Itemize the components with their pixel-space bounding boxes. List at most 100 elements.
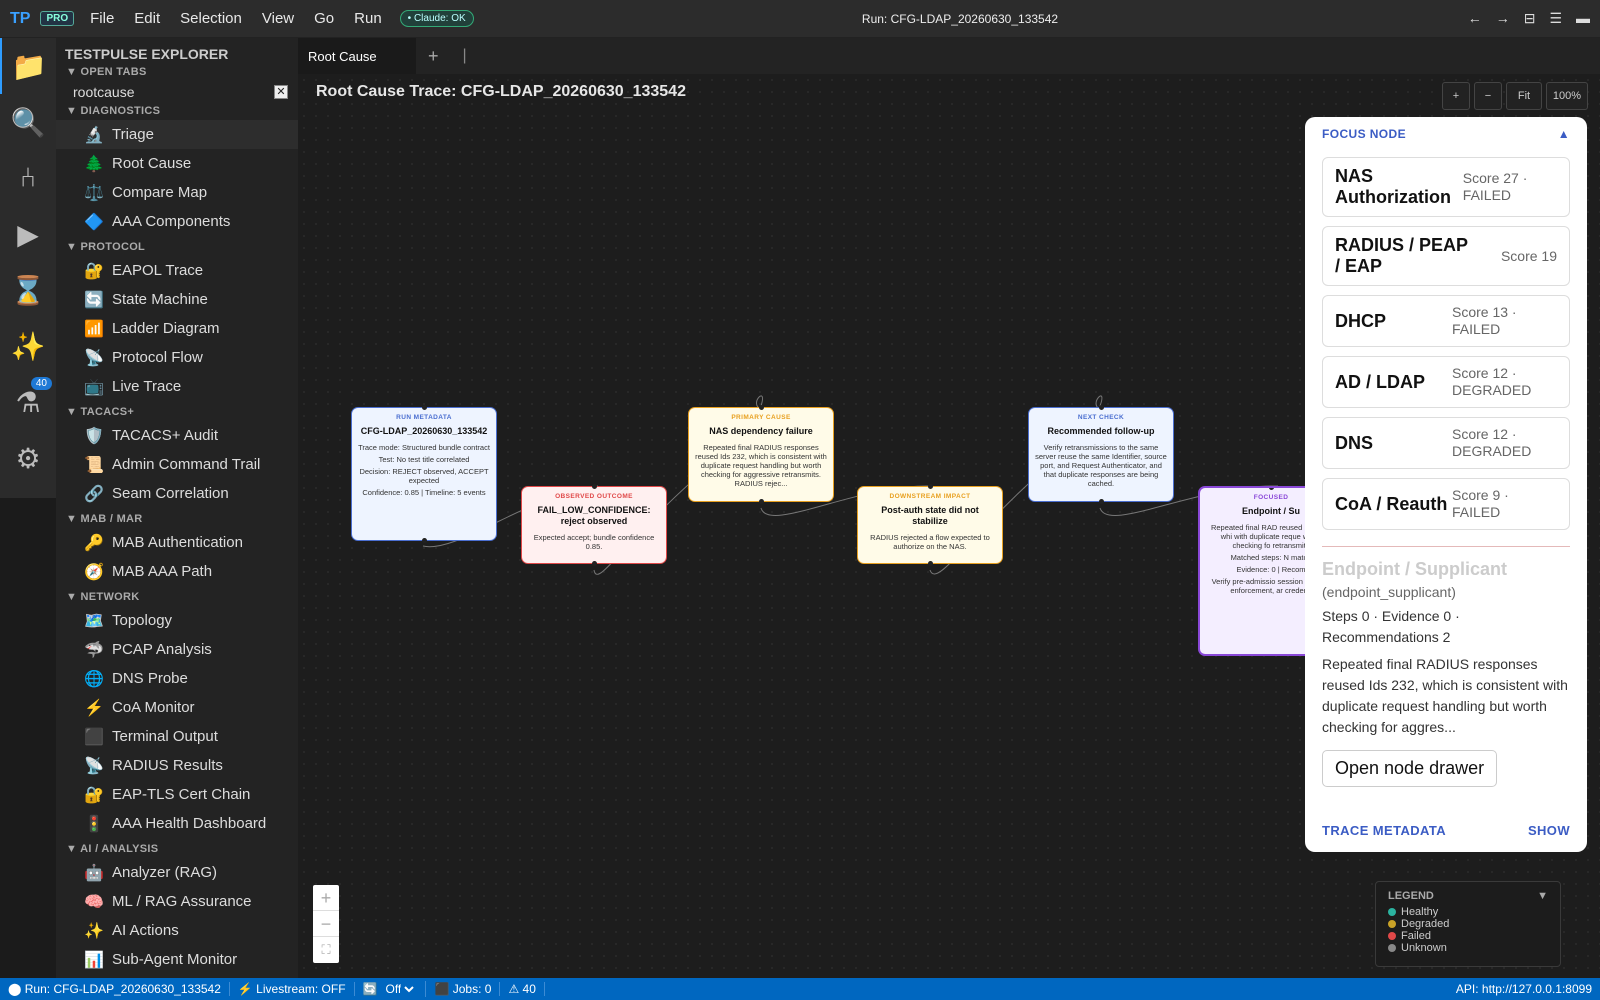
sidebar-item-mab-aaa-path[interactable]: 🧭 MAB AAA Path [56, 557, 298, 586]
sidebar-item-dns-probe[interactable]: 🌐 DNS Probe [56, 664, 298, 693]
refresh-select[interactable]: Off [381, 981, 418, 997]
sidebar-item-sub-agent-monitor[interactable]: 📊 Sub-Agent Monitor [56, 945, 298, 974]
sidebar-item-protocol-flow[interactable]: 📡 Protocol Flow [56, 343, 298, 372]
sidebar-item-analyzer-rag[interactable]: 🤖 Analyzer (RAG) [56, 858, 298, 887]
section-header[interactable]: ▼ TACACS+ [56, 406, 298, 421]
focus-node-description: Repeated final RADIUS responses reused I… [1322, 656, 1568, 735]
sidebar-item-label: Sub-Agent Monitor [112, 951, 238, 968]
section-header[interactable]: ▼ DIAGNOSTICS [56, 105, 298, 120]
files-icon[interactable]: 📁 [0, 38, 56, 94]
port-dot [1098, 405, 1104, 410]
panel-toggle-icon[interactable]: ▬ [1576, 10, 1590, 27]
split-layout-icon[interactable]: ⊟ [1524, 10, 1536, 27]
sidebar-item-terminal-output[interactable]: ⬛ Terminal Output [56, 722, 298, 751]
sidebar-item-label: AI Actions [112, 922, 179, 939]
menu-bar: File Edit Selection View Go Run [80, 10, 392, 27]
port-dot [591, 561, 597, 566]
sidebar-item-tacacs-audit[interactable]: 🛡️ TACACS+ Audit [56, 421, 298, 450]
legend-header[interactable]: LEGEND ▼ [1388, 890, 1548, 902]
sidebar-item-pcap-analysis[interactable]: 🦈 PCAP Analysis [56, 635, 298, 664]
show-metadata-button[interactable]: SHOW [1528, 823, 1570, 838]
sidebar-item-aaa-health-dashboard[interactable]: 🚦 AAA Health Dashboard [56, 809, 298, 838]
pro-badge: PRO [40, 11, 75, 26]
sidebar-item-radius-results[interactable]: 📡 RADIUS Results [56, 751, 298, 780]
sidebar-item-icon: 📊 [84, 951, 104, 969]
add-tab-button[interactable]: + [428, 46, 439, 67]
focus-card[interactable]: AD / LDAP Score 12 · DEGRADED [1322, 356, 1570, 408]
sidebar-item-topology[interactable]: 🗺️ Topology [56, 606, 298, 635]
chevron-up-icon[interactable]: ▲ [1558, 127, 1570, 141]
fullscreen-button[interactable]: ⛶ [313, 937, 339, 963]
status-run[interactable]: ⬤ Run: CFG-LDAP_20260630_133542 [0, 982, 230, 996]
sidebar-item-admin-command-trail[interactable]: 📜 Admin Command Trail [56, 450, 298, 479]
hourglass-icon[interactable]: ⌛ [0, 262, 56, 318]
focus-panel-header[interactable]: FOCUS NODE ▲ [1305, 117, 1587, 141]
mini-zoom-in-button[interactable]: + [313, 885, 339, 911]
close-icon[interactable]: ✕ [274, 85, 288, 99]
section-header[interactable]: ▼ PROTOCOL [56, 241, 298, 256]
sidebar-item-seam-correlation[interactable]: 🔗 Seam Correlation [56, 479, 298, 508]
menu-run[interactable]: Run [344, 10, 392, 27]
sparkles-icon[interactable]: ✨ [0, 318, 56, 374]
port-dot [758, 499, 764, 504]
section-header[interactable]: ▼ AI / ANALYSIS [56, 843, 298, 858]
menu-edit[interactable]: Edit [124, 10, 170, 27]
sidebar-item-coa-monitor[interactable]: ⚡ CoA Monitor [56, 693, 298, 722]
git-icon[interactable]: ⑃ [0, 150, 56, 206]
mini-zoom-out-button[interactable]: − [313, 911, 339, 937]
section-header[interactable]: ▼ NETWORK [56, 591, 298, 606]
sidebar-item-ml-rag-assurance[interactable]: 🧠 ML / RAG Assurance [56, 887, 298, 916]
sidebar-item-label: Terminal Output [112, 728, 218, 745]
node-title: Recommended follow-up [1047, 426, 1155, 436]
sidebar-item-label: Analyzer (RAG) [112, 864, 218, 881]
window-controls: ← → ⊟ ☰ ▬ [1468, 10, 1590, 27]
search-icon[interactable]: 🔍 [0, 94, 56, 150]
status-warnings[interactable]: ⚠ 40 [500, 982, 545, 996]
menu-file[interactable]: File [80, 10, 124, 27]
legend-item: Failed [1388, 930, 1548, 942]
chevron-down-icon[interactable]: ▼ [1537, 890, 1548, 902]
focus-card-score: Score 12 · DEGRADED [1452, 365, 1532, 398]
node-downstream-impact[interactable]: DOWNSTREAM IMPACT Post-auth state did no… [857, 484, 1003, 566]
sidebar-item-compare-map[interactable]: ⚖️ Compare Map [56, 178, 298, 207]
focus-card[interactable]: DHCP Score 13 · FAILED [1322, 295, 1570, 347]
sidebar-item-icon: 🔐 [84, 262, 104, 280]
status-livestream[interactable]: ⚡ Livestream: OFF [230, 982, 355, 996]
sidebar-item-ai-actions[interactable]: ✨ AI Actions [56, 916, 298, 945]
back-arrow-icon[interactable]: ← [1468, 10, 1482, 27]
node-next-check[interactable]: NEXT CHECK Recommended follow-up Verify … [1028, 405, 1174, 504]
open-tab-item[interactable]: rootcause ✕ [56, 81, 298, 100]
node-observed-outcome[interactable]: OBSERVED OUTCOME FAIL_LOW_CONFIDENCE: re… [521, 484, 667, 566]
focus-card[interactable]: DNS Score 12 · DEGRADED [1322, 417, 1570, 469]
tab-root-cause[interactable]: Root Cause [298, 38, 416, 74]
node-run-metadata[interactable]: RUN METADATA CFG-LDAP_20260630_133542 Tr… [351, 405, 497, 543]
sidebar-item-mab-authentication[interactable]: 🔑 MAB Authentication [56, 528, 298, 557]
sidebar-item-root-cause[interactable]: 🌲 Root Cause [56, 149, 298, 178]
focus-card[interactable]: CoA / Reauth Score 9 · FAILED [1322, 478, 1570, 530]
menu-icon[interactable]: ☰ [1549, 10, 1562, 27]
open-node-drawer-button[interactable]: Open node drawer [1322, 750, 1498, 787]
focus-card[interactable]: NAS Authorization Score 27 · FAILED [1322, 157, 1570, 217]
sidebar-item-eap-tls-cert-chain[interactable]: 🔐 EAP-TLS Cert Chain [56, 780, 298, 809]
sidebar-item-label: EAP-TLS Cert Chain [112, 786, 251, 803]
forward-arrow-icon[interactable]: → [1496, 10, 1510, 27]
open-tabs-header[interactable]: ▼ OPEN TABS [56, 66, 298, 81]
section-header[interactable]: ▼ MAB / MAR [56, 513, 298, 528]
menu-selection[interactable]: Selection [170, 10, 252, 27]
run-icon[interactable]: ▶ [0, 206, 56, 262]
sidebar-item-ladder-diagram[interactable]: 📶 Ladder Diagram [56, 314, 298, 343]
focus-card-score: Score 13 · FAILED [1452, 304, 1517, 337]
gear-icon[interactable]: ⚙ [0, 430, 56, 486]
sidebar-item-eapol-trace[interactable]: 🔐 EAPOL Trace [56, 256, 298, 285]
sidebar-item-live-trace[interactable]: 📺 Live Trace [56, 372, 298, 401]
focus-card[interactable]: RADIUS / PEAP / EAP Score 19 [1322, 226, 1570, 286]
flask-icon[interactable]: ⚗ 40 [0, 374, 56, 430]
sidebar-item-label: MAB AAA Path [112, 563, 213, 580]
sidebar-item-state-machine[interactable]: 🔄 State Machine [56, 285, 298, 314]
node-primary-cause[interactable]: PRIMARY CAUSE NAS dependency failure Rep… [688, 405, 834, 504]
menu-go[interactable]: Go [304, 10, 344, 27]
sidebar-item-triage[interactable]: 🔬 Triage [56, 120, 298, 149]
status-jobs[interactable]: ⬛ Jobs: 0 [426, 982, 501, 996]
sidebar-item-aaa-components[interactable]: 🔷 AAA Components [56, 207, 298, 236]
menu-view[interactable]: View [252, 10, 304, 27]
